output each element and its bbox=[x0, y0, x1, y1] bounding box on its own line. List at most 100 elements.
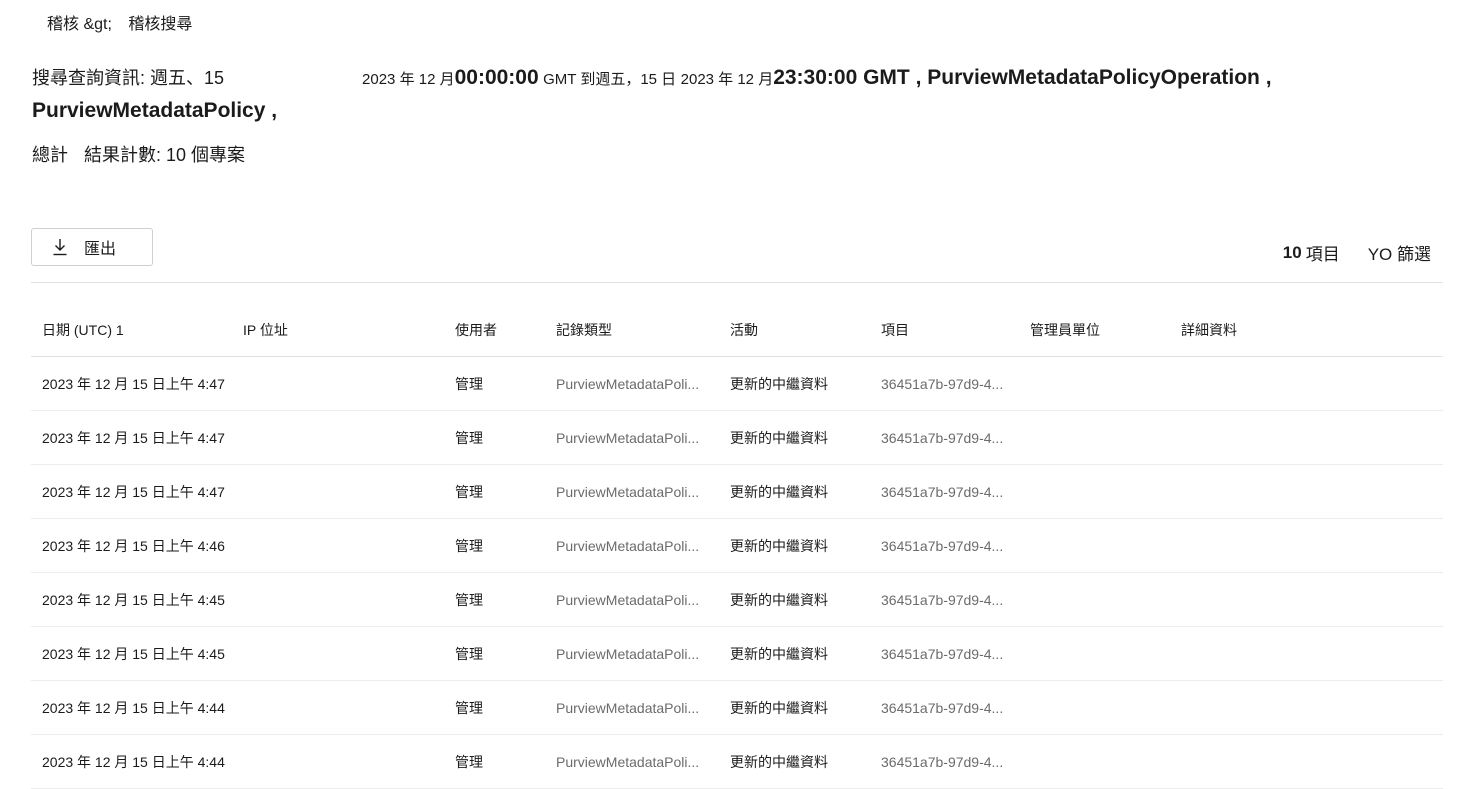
cell-record-type: PurviewMetadataPoli... bbox=[556, 680, 730, 735]
cell-activity: 更新的中繼資料 bbox=[730, 518, 881, 573]
cell-user: 管理 bbox=[455, 356, 556, 411]
cell-activity: 更新的中繼資料 bbox=[730, 680, 881, 735]
query-start-month: 2023 年 12 月 bbox=[362, 71, 455, 88]
cell-record-type: PurviewMetadataPoli... bbox=[556, 518, 730, 573]
cell-ip bbox=[243, 680, 455, 735]
cell-item: 36451a7b-97d9-4... bbox=[881, 410, 1030, 465]
cell-item: 36451a7b-97d9-4... bbox=[881, 572, 1030, 627]
table-row[interactable]: 2023 年 12 月 15 日上午 4:44 管理 PurviewMetada… bbox=[31, 734, 1443, 789]
column-header-activity[interactable]: 活動 bbox=[730, 303, 881, 357]
query-prefix: 搜尋查詢資訊: 週五、15 bbox=[32, 68, 225, 88]
cell-item: 36451a7b-97d9-4... bbox=[881, 518, 1030, 573]
cell-user: 管理 bbox=[455, 464, 556, 519]
cell-admin-unit bbox=[1030, 572, 1181, 627]
column-header-user[interactable]: 使用者 bbox=[455, 303, 556, 357]
cell-user: 管理 bbox=[455, 680, 556, 735]
table-row[interactable]: 2023 年 12 月 15 日上午 4:47 管理 PurviewMetada… bbox=[31, 356, 1443, 411]
cell-admin-unit bbox=[1030, 464, 1181, 519]
cell-date: 2023 年 12 月 15 日上午 4:44 bbox=[31, 734, 243, 789]
table-row[interactable]: 2023 年 12 月 15 日上午 4:47 管理 PurviewMetada… bbox=[31, 464, 1443, 519]
cell-date: 2023 年 12 月 15 日上午 4:47 bbox=[31, 356, 243, 411]
table-row[interactable]: 2023 年 12 月 15 日上午 4:45 管理 PurviewMetada… bbox=[31, 572, 1443, 627]
cell-item: 36451a7b-97d9-4... bbox=[881, 680, 1030, 735]
filter-button[interactable]: YO 篩選 bbox=[1368, 240, 1431, 265]
cell-user: 管理 bbox=[455, 734, 556, 789]
cell-details bbox=[1181, 464, 1443, 519]
cell-item: 36451a7b-97d9-4... bbox=[881, 626, 1030, 681]
item-count-number: 10 bbox=[1282, 242, 1302, 262]
item-count-label: 項目 bbox=[1305, 245, 1340, 264]
cell-date: 2023 年 12 月 15 日上午 4:47 bbox=[31, 464, 243, 519]
cell-date: 2023 年 12 月 15 日上午 4:46 bbox=[31, 518, 243, 573]
column-header-ip[interactable]: IP 位址 bbox=[243, 303, 455, 357]
cell-user: 管理 bbox=[455, 410, 556, 465]
query-range-to: GMT 到週五，15 日 bbox=[543, 71, 677, 88]
table-row[interactable]: 2023 年 12 月 15 日上午 4:47 管理 PurviewMetada… bbox=[31, 410, 1443, 465]
cell-date: 2023 年 12 月 15 日上午 4:47 bbox=[31, 410, 243, 465]
cell-activity: 更新的中繼資料 bbox=[730, 356, 881, 411]
cell-activity: 更新的中繼資料 bbox=[730, 734, 881, 789]
cell-record-type: PurviewMetadataPoli... bbox=[556, 410, 730, 465]
toolbar-right: 10 項目 YO 篩選 bbox=[1283, 240, 1431, 265]
column-header-details[interactable]: 詳細資料 bbox=[1181, 303, 1443, 357]
export-button[interactable]: 匯出 bbox=[31, 228, 153, 266]
export-label: 匯出 bbox=[84, 241, 117, 258]
table-header-row: 日期 (UTC) 1 IP 位址 使用者 記錄類型 活動 項目 管理員單位 詳細… bbox=[31, 303, 1443, 357]
cell-user: 管理 bbox=[455, 626, 556, 681]
column-header-item[interactable]: 項目 bbox=[881, 303, 1030, 357]
cell-admin-unit bbox=[1030, 680, 1181, 735]
cell-admin-unit bbox=[1030, 410, 1181, 465]
cell-details bbox=[1181, 680, 1443, 735]
cell-record-type: PurviewMetadataPoli... bbox=[556, 734, 730, 789]
cell-ip bbox=[243, 518, 455, 573]
column-header-date[interactable]: 日期 (UTC) 1 bbox=[31, 303, 243, 357]
cell-details bbox=[1181, 734, 1443, 789]
cell-admin-unit bbox=[1030, 518, 1181, 573]
cell-record-type: PurviewMetadataPoli... bbox=[556, 572, 730, 627]
cell-ip bbox=[243, 734, 455, 789]
cell-user: 管理 bbox=[455, 518, 556, 573]
cell-ip bbox=[243, 410, 455, 465]
query-start-time: 00:00:00 bbox=[454, 66, 539, 89]
cell-item: 36451a7b-97d9-4... bbox=[881, 734, 1030, 789]
cell-date: 2023 年 12 月 15 日上午 4:45 bbox=[31, 626, 243, 681]
cell-record-type: PurviewMetadataPoli... bbox=[556, 356, 730, 411]
cell-record-type: PurviewMetadataPoli... bbox=[556, 464, 730, 519]
query-end-time-and-ops: 23:30:00 GMT , PurviewMetadataPolicyOper… bbox=[773, 66, 1272, 89]
total-result-count: 總計 結果計數: 10 個專案 bbox=[32, 141, 245, 167]
cell-ip bbox=[243, 356, 455, 411]
audit-results-table: 日期 (UTC) 1 IP 位址 使用者 記錄類型 活動 項目 管理員單位 詳細… bbox=[31, 303, 1443, 789]
cell-admin-unit bbox=[1030, 734, 1181, 789]
cell-details bbox=[1181, 356, 1443, 411]
cell-activity: 更新的中繼資料 bbox=[730, 572, 881, 627]
cell-record-type: PurviewMetadataPoli... bbox=[556, 626, 730, 681]
table-row[interactable]: 2023 年 12 月 15 日上午 4:46 管理 PurviewMetada… bbox=[31, 518, 1443, 573]
query-record-type: PurviewMetadataPolicy , bbox=[32, 99, 278, 122]
cell-ip bbox=[243, 464, 455, 519]
column-header-admin-unit[interactable]: 管理員單位 bbox=[1030, 303, 1181, 357]
cell-details bbox=[1181, 572, 1443, 627]
cell-activity: 更新的中繼資料 bbox=[730, 410, 881, 465]
column-header-record-type[interactable]: 記錄類型 bbox=[556, 303, 730, 357]
breadcrumb-root[interactable]: 稽核 &gt; bbox=[47, 16, 112, 33]
cell-user: 管理 bbox=[455, 572, 556, 627]
cell-activity: 更新的中繼資料 bbox=[730, 464, 881, 519]
table-row[interactable]: 2023 年 12 月 15 日上午 4:45 管理 PurviewMetada… bbox=[31, 626, 1443, 681]
download-icon bbox=[53, 239, 67, 256]
cell-activity: 更新的中繼資料 bbox=[730, 626, 881, 681]
cell-details bbox=[1181, 410, 1443, 465]
cell-item: 36451a7b-97d9-4... bbox=[881, 464, 1030, 519]
total-label: 總計 bbox=[32, 145, 68, 165]
search-query-info: 搜尋查詢資訊: 週五、15 2023 年 12 月00:00:00 GMT 到週五… bbox=[32, 62, 1432, 128]
toolbar-divider bbox=[31, 282, 1443, 283]
result-count-label: 結果計數: 10 個專案 bbox=[84, 145, 246, 165]
breadcrumb: 稽核 &gt; 稽核搜尋 bbox=[47, 10, 192, 34]
breadcrumb-current: 稽核搜尋 bbox=[128, 16, 193, 33]
cell-details bbox=[1181, 518, 1443, 573]
cell-date: 2023 年 12 月 15 日上午 4:45 bbox=[31, 572, 243, 627]
cell-admin-unit bbox=[1030, 356, 1181, 411]
table-row[interactable]: 2023 年 12 月 15 日上午 4:44 管理 PurviewMetada… bbox=[31, 680, 1443, 735]
cell-details bbox=[1181, 626, 1443, 681]
cell-item: 36451a7b-97d9-4... bbox=[881, 356, 1030, 411]
cell-admin-unit bbox=[1030, 626, 1181, 681]
